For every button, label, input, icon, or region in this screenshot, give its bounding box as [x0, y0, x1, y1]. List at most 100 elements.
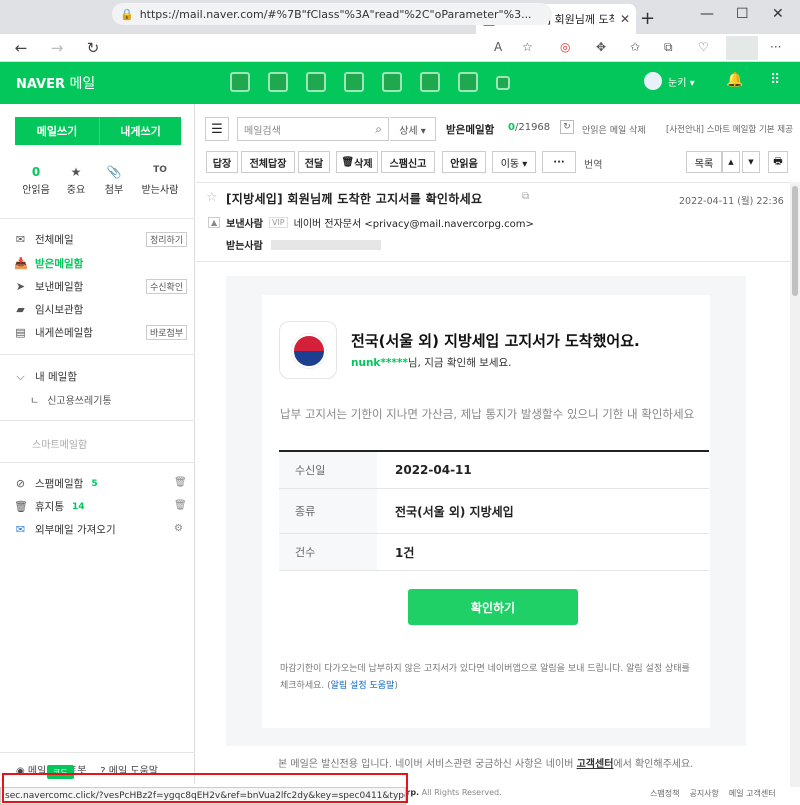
- browser-essentials-icon[interactable]: ♡: [698, 40, 709, 54]
- translate-button[interactable]: 번역: [584, 156, 602, 171]
- tab-close-icon[interactable]: ✕: [620, 12, 630, 26]
- sidebar-item-drafts[interactable]: ▰ 임시보관함: [14, 302, 83, 317]
- sidebar-item-inbox[interactable]: 📥 받은메일함: [14, 256, 83, 271]
- expand-toggle-icon[interactable]: ▲: [208, 217, 221, 228]
- mail-support-link[interactable]: 메일 고객센터: [729, 788, 776, 799]
- copyright: Corp. All Rights Reserved.: [395, 788, 502, 797]
- reply-button[interactable]: 답장: [206, 151, 238, 173]
- collections-icon[interactable]: ⧉: [664, 40, 673, 55]
- office-app-icon[interactable]: [420, 72, 440, 92]
- favorite-add-icon[interactable]: ☆: [522, 40, 533, 54]
- sidebar-item-spam[interactable]: ⊘ 스팸메일함 5: [14, 476, 98, 491]
- trash-count: 14: [71, 501, 85, 512]
- customer-center-link[interactable]: 고객센터: [577, 759, 614, 770]
- contacts-app-icon[interactable]: [306, 72, 326, 92]
- reload-button[interactable]: ↻: [80, 39, 106, 57]
- naver-mail-logo[interactable]: NAVER 메일: [16, 73, 95, 93]
- sender-address[interactable]: 네이버 전자문서 <privacy@mail.navercorpg.com>: [294, 215, 534, 230]
- calendar-app-icon[interactable]: [268, 72, 288, 92]
- close-window-button[interactable]: ✕: [772, 6, 784, 22]
- search-icon[interactable]: ⌕: [375, 122, 382, 137]
- mail-subject: [지방세입] 회원님께 도착한 고지서를 확인하세요: [226, 192, 483, 206]
- print-icon[interactable]: 🖶: [768, 151, 788, 173]
- more-actions-button[interactable]: ···: [542, 151, 576, 173]
- write-mail-button[interactable]: 메일쓰기: [15, 117, 99, 145]
- report-spam-button[interactable]: 스팸신고: [381, 151, 435, 173]
- alert-help-link[interactable]: 알림 설정 도움말: [331, 681, 395, 691]
- more-app-icon[interactable]: [496, 76, 510, 90]
- read-aloud-icon[interactable]: A: [494, 40, 502, 54]
- menu-toggle-button[interactable]: ☰: [205, 117, 229, 141]
- table-row: 건수 1건: [279, 534, 709, 571]
- maximize-button[interactable]: ☐: [736, 6, 749, 22]
- inbox-icon: 📥: [14, 257, 28, 270]
- footer-links: 스팸정책 공지사항 메일 고객센터: [650, 788, 776, 799]
- empty-trash-icon[interactable]: 🗑: [174, 500, 187, 511]
- read-receipt-button[interactable]: 수신확인: [146, 279, 188, 294]
- sidebar-item-smart-mail[interactable]: 스마트메일함: [32, 436, 87, 451]
- settings-more-icon[interactable]: ···: [770, 40, 781, 54]
- search-detail-dropdown[interactable]: 상세 ▾: [390, 117, 436, 141]
- forward-button[interactable]: 전달: [298, 151, 330, 173]
- back-button[interactable]: ←: [8, 39, 34, 57]
- delete-unread-link[interactable]: 안읽은 메일 삭제: [582, 123, 646, 136]
- sidebar-item-custom-folder[interactable]: ㄴ 신고용쓰레기통: [30, 392, 112, 407]
- move-dropdown[interactable]: 이동 ▾: [492, 151, 536, 173]
- address-bar-row: ← → ↻: [0, 34, 800, 62]
- minimize-button[interactable]: —: [700, 6, 714, 22]
- new-tab-button[interactable]: +: [640, 8, 655, 29]
- my-folders-toggle[interactable]: ⌵ 내 메일함: [14, 369, 77, 384]
- mail-app-icon[interactable]: [230, 72, 250, 92]
- chevron-down-icon: ⌵: [16, 369, 25, 383]
- quick-attach-button[interactable]: 바로첨부: [146, 325, 188, 340]
- quick-attachment[interactable]: 📎 첨부: [94, 165, 134, 196]
- mybox-app-icon[interactable]: [382, 72, 402, 92]
- organize-button[interactable]: 정리하기: [146, 232, 188, 247]
- delete-button[interactable]: 🗑 삭제: [336, 151, 378, 173]
- sidebar-item-self-mail[interactable]: ▤ 내게쓴메일함: [14, 325, 93, 340]
- external-mail-icon: ✉: [15, 523, 26, 536]
- mark-unread-button[interactable]: 안읽음: [442, 151, 486, 173]
- empty-spam-icon[interactable]: 🗑: [174, 477, 187, 488]
- url-field[interactable]: 🔒 https://mail.naver.com/#%7B"fClass"%3A…: [112, 3, 552, 25]
- next-mail-button[interactable]: ▼: [742, 151, 760, 173]
- list-button[interactable]: 목록: [686, 151, 722, 173]
- quick-important[interactable]: ★ 중요: [56, 165, 96, 196]
- notice-board-link[interactable]: 공지사항: [689, 788, 718, 799]
- blog-app-icon[interactable]: [458, 72, 478, 92]
- recipient-name: nunk*****: [351, 357, 408, 369]
- favorites-icon[interactable]: ✩: [630, 40, 640, 54]
- copy-link-icon[interactable]: ⧉: [522, 191, 529, 202]
- star-icon[interactable]: ☆: [206, 190, 218, 205]
- write-to-self-button[interactable]: 내게쓰기: [99, 117, 181, 145]
- bell-icon[interactable]: 🔔: [726, 72, 743, 88]
- confirm-button[interactable]: 확인하기: [408, 589, 578, 625]
- previous-mail-button[interactable]: ▲: [722, 151, 740, 173]
- app-grid-icon[interactable]: ⠿: [770, 72, 780, 88]
- spam-policy-link[interactable]: 스팸정책: [650, 788, 679, 799]
- search-placeholder: 메일검색: [244, 125, 281, 137]
- search-input[interactable]: 메일검색 ⌕: [237, 117, 389, 141]
- extension-icon[interactable]: ◎: [560, 40, 570, 54]
- quick-recipient[interactable]: TO 받는사람: [140, 165, 180, 196]
- reply-all-button[interactable]: 전체답장: [241, 151, 295, 173]
- forward-button[interactable]: →: [44, 39, 70, 57]
- sidebar-item-all-mail[interactable]: ✉ 전체메일: [14, 232, 74, 247]
- user-menu[interactable]: 눈키 ▾: [644, 72, 695, 90]
- scrollbar-thumb[interactable]: [792, 186, 798, 296]
- gear-icon[interactable]: ⚙: [174, 523, 183, 534]
- sidebar-item-sent[interactable]: ➤ 보낸메일함: [14, 279, 83, 294]
- alert-setting-note: 마감기한이 다가오는데 납부하지 않은 고지서가 있다면 네이버앱으로 알림을 …: [280, 664, 690, 691]
- sidebar-item-trash[interactable]: 🗑 휴지통 14: [14, 499, 85, 514]
- mail-footnote: 본 메일은 발신전용 입니다. 네이버 서비스관련 궁금하신 사항은 네이버 고…: [278, 759, 694, 770]
- extensions-puzzle-icon[interactable]: ✥: [596, 40, 606, 54]
- sidebar-divider: [0, 354, 195, 355]
- vip-badge[interactable]: VIP: [268, 217, 288, 228]
- memo-app-icon[interactable]: [344, 72, 364, 92]
- to-icon: TO: [153, 165, 167, 175]
- notice-link[interactable]: [사전안내] 스마트 메일함 기본 제공: [666, 123, 793, 135]
- quick-unread[interactable]: 0 안읽음: [16, 165, 56, 196]
- profile-avatar[interactable]: [726, 36, 758, 60]
- sidebar-item-external-mail[interactable]: ✉ 외부메일 가져오기: [14, 522, 116, 537]
- refresh-icon[interactable]: ↻: [560, 120, 574, 134]
